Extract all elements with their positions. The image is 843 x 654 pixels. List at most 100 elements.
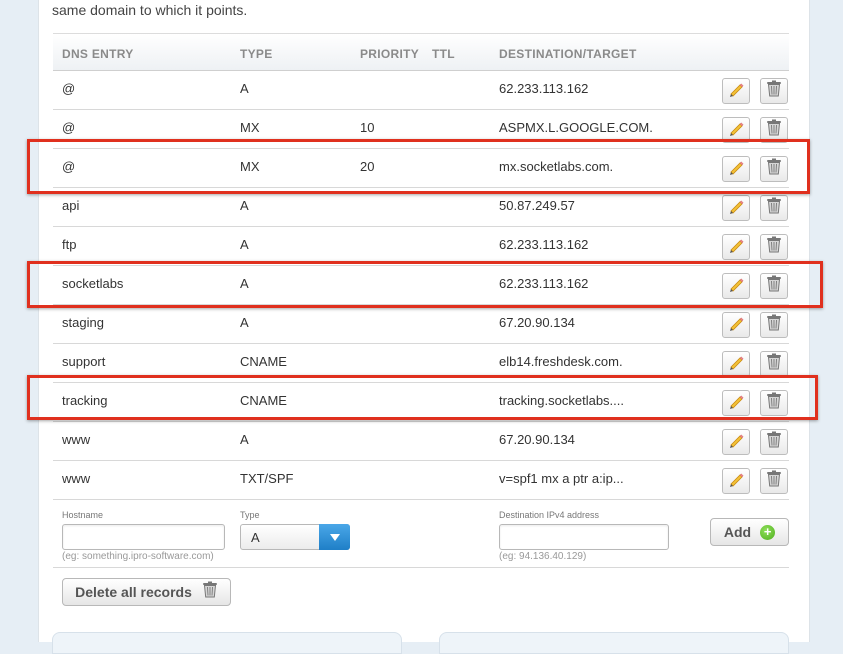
delete-record-button[interactable]	[760, 195, 788, 221]
cell-priority: 20	[360, 159, 375, 174]
delete-record-button[interactable]	[760, 234, 788, 260]
delete-record-button[interactable]	[760, 273, 788, 299]
pencil-icon	[728, 393, 744, 414]
table-row: @ A 62.233.113.162	[53, 71, 789, 110]
cell-type: A	[240, 315, 249, 330]
edit-record-button[interactable]	[722, 351, 750, 377]
pencil-icon	[728, 120, 744, 141]
plus-circle-icon: +	[760, 524, 776, 540]
hostname-input[interactable]	[62, 524, 225, 550]
cell-dns-entry: staging	[62, 315, 104, 330]
trash-icon	[766, 158, 782, 180]
trash-icon	[766, 353, 782, 375]
delete-record-button[interactable]	[760, 117, 788, 143]
table-row: ftp A 62.233.113.162	[53, 227, 789, 266]
cell-dns-entry: @	[62, 159, 76, 174]
pencil-icon	[728, 432, 744, 453]
trash-icon	[766, 470, 782, 492]
edit-record-button[interactable]	[722, 390, 750, 416]
destination-hint: (eg: 94.136.40.129)	[499, 551, 587, 562]
edit-record-button[interactable]	[722, 78, 750, 104]
cell-dns-entry: @	[62, 120, 76, 135]
cell-destination: ASPMX.L.GOOGLE.COM.	[499, 120, 653, 135]
delete-record-button[interactable]	[760, 468, 788, 494]
table-row: @ MX 20 mx.socketlabs.com.	[53, 149, 789, 188]
cell-destination: 67.20.90.134	[499, 432, 575, 447]
table-body: @ A 62.233.113.162 @ MX 10 ASPMX.L.GOOGLE.COM.…	[53, 71, 789, 500]
add-record-form: Hostname (eg: something.ipro-software.co…	[53, 500, 789, 568]
delete-record-button[interactable]	[760, 156, 788, 182]
destination-label: Destination IPv4 address	[499, 510, 600, 520]
trash-icon	[766, 236, 782, 258]
cell-dns-entry: tracking	[62, 393, 108, 408]
cell-destination: elb14.freshdesk.com.	[499, 354, 623, 369]
cell-type: A	[240, 81, 249, 96]
delete-record-button[interactable]	[760, 390, 788, 416]
pencil-icon	[728, 81, 744, 102]
table-row: socketlabs A 62.233.113.162	[53, 266, 789, 305]
cell-type: MX	[240, 120, 260, 135]
trash-icon	[202, 581, 218, 603]
cell-type: CNAME	[240, 393, 287, 408]
cell-type: CNAME	[240, 354, 287, 369]
table-row: www A 67.20.90.134	[53, 422, 789, 461]
cell-dns-entry: www	[62, 432, 91, 447]
trash-icon	[766, 314, 782, 336]
edit-record-button[interactable]	[722, 156, 750, 182]
cell-priority: 10	[360, 120, 375, 135]
table-row: staging A 67.20.90.134	[53, 305, 789, 344]
intro-text: same domain to which it points.	[52, 2, 248, 18]
cell-dns-entry: support	[62, 354, 106, 369]
delete-record-button[interactable]	[760, 312, 788, 338]
bottom-panel-right	[439, 632, 789, 654]
cell-dns-entry: ftp	[62, 237, 77, 252]
table-row: tracking CNAME tracking.socketlabs....	[53, 383, 789, 422]
add-record-button[interactable]: Add +	[710, 518, 789, 546]
edit-record-button[interactable]	[722, 117, 750, 143]
table-header: DNS ENTRY TYPE PRIORITY TTL DESTINATION/…	[53, 33, 789, 71]
edit-record-button[interactable]	[722, 234, 750, 260]
pencil-icon	[728, 471, 744, 492]
header-type: TYPE	[240, 47, 273, 61]
table-row: www TXT/SPF v=spf1 mx a ptr a:ip...	[53, 461, 789, 500]
cell-type: A	[240, 432, 249, 447]
trash-icon	[766, 392, 782, 414]
cell-dns-entry: www	[62, 471, 91, 486]
edit-record-button[interactable]	[722, 312, 750, 338]
header-priority: PRIORITY	[360, 47, 420, 61]
table-row: api A 50.87.249.57	[53, 188, 789, 227]
pencil-icon	[728, 315, 744, 336]
trash-icon	[766, 197, 782, 219]
edit-record-button[interactable]	[722, 429, 750, 455]
pencil-icon	[728, 237, 744, 258]
cell-type: MX	[240, 159, 260, 174]
delete-record-button[interactable]	[760, 429, 788, 455]
pencil-icon	[728, 159, 744, 180]
trash-icon	[766, 119, 782, 141]
destination-input[interactable]	[499, 524, 669, 550]
trash-icon	[766, 431, 782, 453]
edit-record-button[interactable]	[722, 195, 750, 221]
pencil-icon	[728, 198, 744, 219]
delete-record-button[interactable]	[760, 78, 788, 104]
hostname-label: Hostname	[62, 510, 104, 520]
cell-type: TXT/SPF	[240, 471, 294, 486]
cell-destination: v=spf1 mx a ptr a:ip...	[499, 471, 624, 486]
pencil-icon	[728, 354, 744, 375]
cell-destination: tracking.socketlabs....	[499, 393, 624, 408]
type-select[interactable]: A	[240, 524, 350, 550]
cell-dns-entry: @	[62, 81, 76, 96]
cell-destination: 67.20.90.134	[499, 315, 575, 330]
table-footer: Delete all records	[53, 568, 789, 618]
bottom-panel-left	[52, 632, 402, 654]
delete-all-records-button[interactable]: Delete all records	[62, 578, 231, 606]
header-ttl: TTL	[432, 47, 455, 61]
edit-record-button[interactable]	[722, 273, 750, 299]
cell-dns-entry: socketlabs	[62, 276, 124, 291]
edit-record-button[interactable]	[722, 468, 750, 494]
trash-icon	[766, 275, 782, 297]
delete-record-button[interactable]	[760, 351, 788, 377]
chevron-down-icon[interactable]	[319, 524, 350, 550]
add-button-label: Add	[723, 524, 752, 540]
cell-destination: 62.233.113.162	[499, 81, 589, 96]
